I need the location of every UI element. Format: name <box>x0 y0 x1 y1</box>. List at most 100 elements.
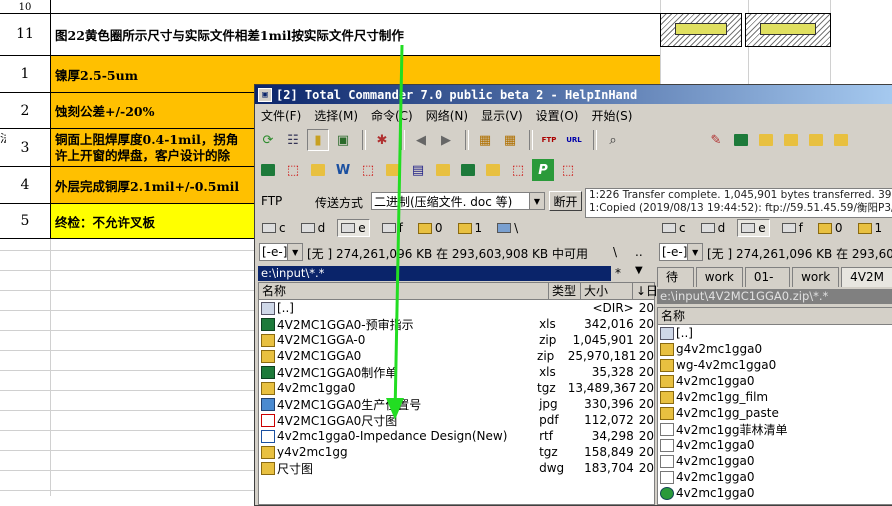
size-column-header[interactable]: 大小 <box>581 283 633 299</box>
file-row[interactable]: 4v2mc1gga0 <box>658 469 892 485</box>
folder-icon[interactable] <box>432 159 454 181</box>
disconnect-button[interactable]: 断开 <box>549 191 582 211</box>
menu-file[interactable]: 文件(F) <box>255 107 308 124</box>
pdf-icon[interactable]: ⬚ <box>507 159 529 181</box>
file-row[interactable]: 4v2mc1gg菲林清单 <box>658 421 892 437</box>
ftp-log[interactable]: 1:226 Transfer complete. 1,045,901 bytes… <box>585 188 892 218</box>
drive-e-button[interactable]: e <box>737 219 770 237</box>
ftp-connect-icon[interactable]: FTP <box>538 129 560 151</box>
folder-icon[interactable] <box>307 159 329 181</box>
folder-icon[interactable] <box>780 129 802 151</box>
sheet-row-11[interactable]: 11 图22黄色圈所示尺寸与实际文件相差1mil按实际文件尺寸制作 <box>0 13 660 56</box>
file-row[interactable]: y4v2mc1gg tgz 158,849 20 <box>259 444 654 460</box>
full-view-icon[interactable]: ▮ <box>307 129 329 151</box>
file-row[interactable]: 4v2mc1gg_paste <box>658 405 892 421</box>
drive-c-button[interactable]: c <box>259 219 289 237</box>
tab-pending[interactable]: 待检 <box>657 267 694 303</box>
drive-0-button[interactable]: 0 <box>815 219 846 237</box>
brief-view-icon[interactable]: ☷ <box>282 129 304 151</box>
pdf-icon[interactable]: ⬚ <box>282 159 304 181</box>
menu-commands[interactable]: 命令(C) <box>365 107 420 124</box>
file-row[interactable]: 4V2MC1GGA0-预审指示 xls 342,016 20 <box>259 316 654 332</box>
menu-start[interactable]: 开始(S) <box>585 107 639 124</box>
thumbnail-view-icon[interactable]: ▣ <box>332 129 354 151</box>
pack-icon[interactable]: ▦ <box>474 129 496 151</box>
drive-f-button[interactable]: f <box>379 219 406 237</box>
history-button[interactable]: * <box>615 266 621 280</box>
chevron-down-icon[interactable]: ▼ <box>529 193 544 209</box>
file-row[interactable]: 4v2mc1gga0 tgz 13,489,367 20 <box>259 380 654 396</box>
folder-icon[interactable] <box>755 129 777 151</box>
excel-icon[interactable] <box>457 159 479 181</box>
menu-config[interactable]: 设置(O) <box>530 107 586 124</box>
back-icon[interactable]: ◀ <box>410 129 432 151</box>
pdf-icon[interactable]: ⬚ <box>557 159 579 181</box>
file-row[interactable]: 4v2mc1gga0 <box>658 373 892 389</box>
excel-icon[interactable] <box>257 159 279 181</box>
transfer-mode-select[interactable]: 二进制(压缩文件. doc 等) ▼ <box>371 192 545 210</box>
refresh-icon[interactable]: ⟳ <box>257 129 279 151</box>
drive-1-button[interactable]: 1 <box>855 219 886 237</box>
root-button[interactable]: \ <box>613 245 617 259</box>
drive-e-button[interactable]: e <box>337 219 370 237</box>
word-icon[interactable]: W <box>332 159 354 181</box>
drive-d-button[interactable]: d <box>698 219 729 237</box>
date-column-header[interactable]: ↓日 <box>633 283 658 299</box>
find-files-icon[interactable]: ⌕ <box>602 129 624 151</box>
pdf-icon[interactable]: ⬚ <box>357 159 379 181</box>
excel-icon[interactable] <box>730 129 752 151</box>
drive-f-button[interactable]: f <box>779 219 806 237</box>
file-row[interactable]: 4V2MC1GGA0 zip 25,970,181 20 <box>259 348 654 364</box>
sheet-row-5[interactable]: 5 终检：不允许叉板 <box>0 204 254 239</box>
invert-selection-icon[interactable]: ✱ <box>371 129 393 151</box>
menu-select[interactable]: 选择(M) <box>308 107 365 124</box>
tab-work-2[interactable]: work <box>792 267 840 287</box>
title-bar[interactable]: ▣ [2] Total Commander 7.0 public beta 2 … <box>255 85 892 104</box>
sheet-row-3[interactable]: 3 铜面上阻焊厚度0.4-1mil，拐角 许上开窗的焊盘，客户设计的除 <box>0 129 254 167</box>
network-drive-button[interactable]: \ <box>494 219 521 237</box>
drive-d-button[interactable]: d <box>298 219 329 237</box>
ftp-url-icon[interactable]: URL <box>563 129 585 151</box>
file-row[interactable]: [..] <DIR> 20 <box>259 300 654 316</box>
chart-icon[interactable]: ▤ <box>407 159 429 181</box>
file-row[interactable]: 4V2MC1GGA-0 zip 1,045,901 20 <box>259 332 654 348</box>
app-icon[interactable]: ▣ <box>258 87 272 102</box>
sheet-row-10[interactable]: 10 <box>0 0 660 14</box>
tab-4v2m[interactable]: 4V2M <box>841 267 892 287</box>
chevron-down-icon[interactable]: ▼ <box>687 244 702 260</box>
file-row[interactable]: wg-4v2mc1gga0 <box>658 357 892 373</box>
parent-button[interactable]: .. <box>635 245 643 259</box>
left-file-panel[interactable]: 名称 类型 大小 ↓日 [..] <DIR> 20 4V2MC1GGA0-预审指示 xl… <box>258 282 658 505</box>
tab-01-04[interactable]: 01-04 <box>744 267 791 303</box>
name-column-header[interactable]: 名称 <box>658 308 892 324</box>
menu-net[interactable]: 网络(N) <box>420 107 475 124</box>
folder-icon[interactable] <box>382 159 404 181</box>
total-commander-window[interactable]: ▣ [2] Total Commander 7.0 public beta 2 … <box>254 84 892 506</box>
tab-work[interactable]: work <box>695 267 743 287</box>
multi-rename-icon[interactable]: ✎ <box>705 129 727 151</box>
file-row[interactable]: 尺寸图 dwg 183,704 20 <box>259 460 654 476</box>
file-row[interactable]: 4v2mc1gga0 <box>658 485 892 501</box>
file-row[interactable]: 4v2mc1gga0 <box>658 437 892 453</box>
file-row[interactable]: 4V2MC1GGA0制作单 xls 35,328 20 <box>259 364 654 380</box>
right-path-bar[interactable]: e:\input\4V2MC1GGA0.zip\*.* <box>657 289 892 304</box>
drive-c-button[interactable]: c <box>659 219 689 237</box>
sheet-row-4[interactable]: 4 外层完成铜厚2.1mil+/-0.5mil <box>0 167 254 204</box>
type-column-header[interactable]: 类型 <box>549 283 581 299</box>
unpack-icon[interactable]: ▦ <box>499 129 521 151</box>
folder-icon[interactable] <box>482 159 504 181</box>
file-row[interactable]: 4V2MC1GGA0生产位置号 jpg 330,396 20 <box>259 396 654 412</box>
right-file-panel[interactable]: 名称 [..] g4v2mc1gga0 wg-4v2mc1gga0 4v2mc1gga… <box>657 307 892 505</box>
left-path-bar[interactable]: e:\input\*.* <box>258 266 611 281</box>
menu-show[interactable]: 显示(V) <box>475 107 530 124</box>
file-row[interactable]: 4V2MC1GGA0尺寸图 pdf 112,072 20 <box>259 412 654 428</box>
right-drive-select[interactable]: [-e-] ▼ <box>659 243 703 261</box>
file-row[interactable]: g4v2mc1gga0 <box>658 341 892 357</box>
file-row[interactable]: 4v2mc1gga0-Impedance Design(New) rtf 34,29… <box>259 428 654 444</box>
drive-0-button[interactable]: 0 <box>415 219 446 237</box>
sheet-row-2[interactable]: 2 蚀刻公差+/-20% <box>0 93 254 129</box>
file-row[interactable]: [..] <box>658 325 892 341</box>
file-row[interactable]: 4v2mc1gga0 <box>658 453 892 469</box>
hotlist-button[interactable]: ▼ <box>635 265 643 276</box>
file-row[interactable]: 4v2mc1gg_film <box>658 389 892 405</box>
